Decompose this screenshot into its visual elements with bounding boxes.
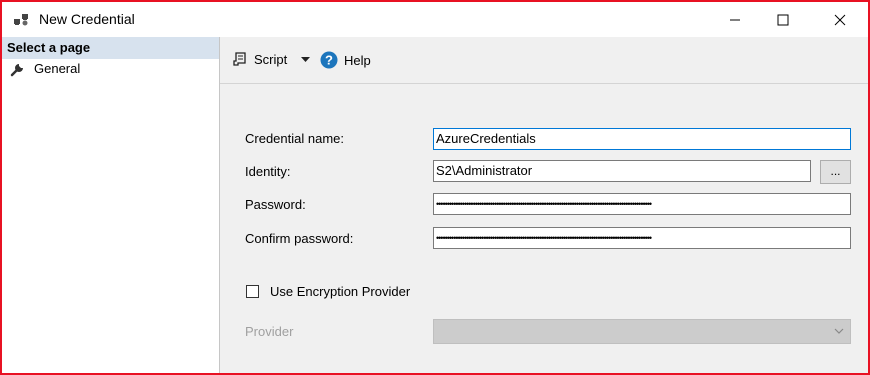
general-form: Credential name: AzureCredentials Identi… xyxy=(220,84,868,373)
password-input[interactable]: ••••••••••••••••••••••••••••••••••••••••… xyxy=(433,193,851,215)
help-label: Help xyxy=(344,52,371,68)
minimize-icon xyxy=(730,19,740,20)
title-bar: New Credential xyxy=(2,2,868,37)
identity-browse-button[interactable]: ... xyxy=(820,160,851,184)
credential-name-input[interactable]: AzureCredentials xyxy=(433,128,851,150)
confirm-password-input[interactable]: ••••••••••••••••••••••••••••••••••••••••… xyxy=(433,227,851,249)
use-encryption-provider-label[interactable]: Use Encryption Provider xyxy=(270,284,410,299)
wrench-icon xyxy=(10,64,23,77)
password-label: Password: xyxy=(245,197,306,212)
select-page-header: Select a page xyxy=(2,37,219,59)
page-selector-pane: Select a page General xyxy=(2,37,220,373)
confirm-password-label: Confirm password: xyxy=(245,231,354,246)
maximize-icon xyxy=(777,14,789,25)
chevron-down-icon xyxy=(834,328,844,334)
identity-label: Identity: xyxy=(245,164,291,179)
script-dropdown-arrow-icon[interactable] xyxy=(301,57,310,63)
svg-text:?: ? xyxy=(325,53,333,68)
new-credential-window: New Credential Select a page General Scr… xyxy=(0,0,870,375)
toolbar: Script ? Help xyxy=(220,37,868,84)
page-item-general[interactable]: General xyxy=(2,59,219,79)
credential-app-icon xyxy=(14,14,28,26)
use-encryption-provider-checkbox[interactable] xyxy=(246,285,259,298)
help-icon: ? xyxy=(320,51,338,69)
page-item-label: General xyxy=(34,61,81,76)
script-label: Script xyxy=(254,51,288,67)
script-icon xyxy=(233,52,246,66)
close-icon xyxy=(834,14,846,25)
provider-label: Provider xyxy=(245,324,294,339)
provider-select xyxy=(433,319,851,344)
maximize-button[interactable] xyxy=(760,2,806,37)
identity-input[interactable]: S2\Administrator xyxy=(433,160,811,182)
credential-name-label: Credential name: xyxy=(245,131,344,146)
close-button[interactable] xyxy=(817,2,863,37)
minimize-button[interactable] xyxy=(712,2,758,37)
script-button[interactable]: Script xyxy=(232,51,287,67)
window-title: New Credential xyxy=(39,11,135,27)
help-button[interactable]: ? Help xyxy=(320,51,371,69)
